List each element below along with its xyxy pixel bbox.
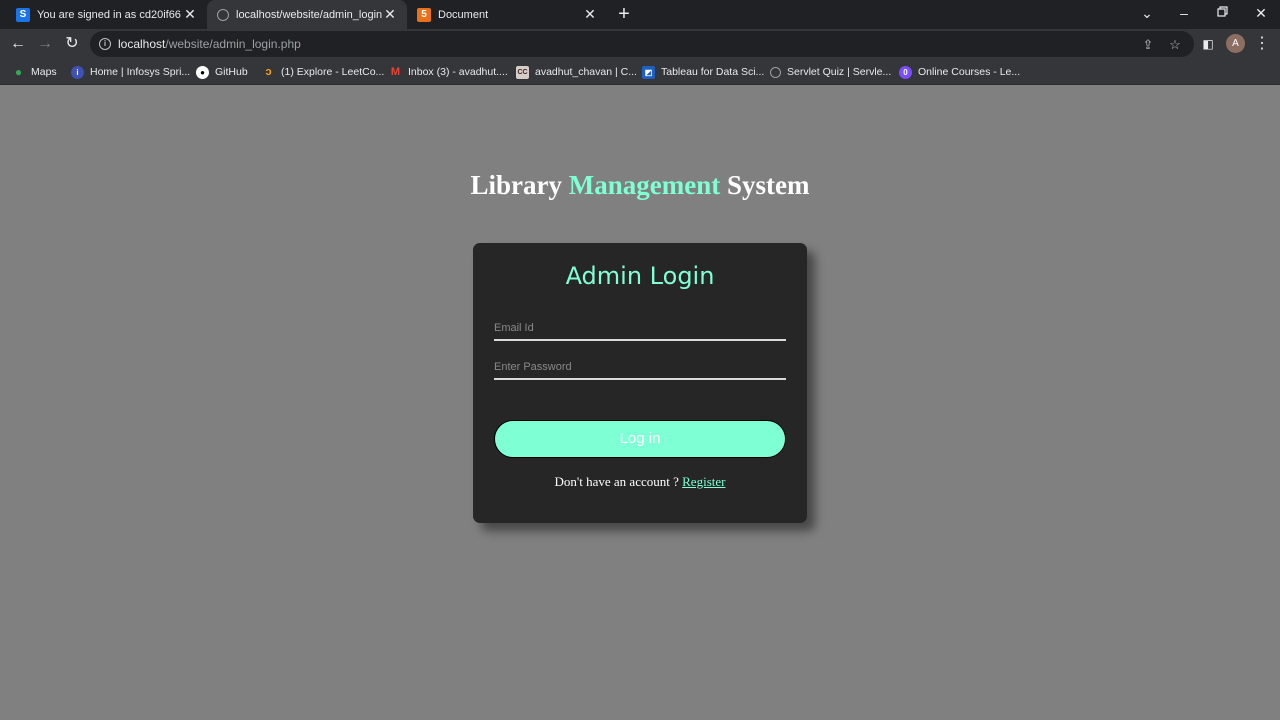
bookmark-label: Tableau for Data Sci... xyxy=(661,66,765,78)
register-link[interactable]: Register xyxy=(682,474,725,489)
minimize-icon[interactable]: – xyxy=(1174,4,1194,22)
bookmark-label: (1) Explore - LeetCo... xyxy=(281,66,385,78)
forward-arrow-icon[interactable]: → xyxy=(35,34,55,54)
tab-title: localhost/website/admin_login.php xyxy=(236,8,382,21)
bookmark-label: Online Courses - Le... xyxy=(918,66,1021,78)
title-part-management: Management xyxy=(568,170,721,200)
codechef-icon: CC xyxy=(516,65,529,79)
card-title: Admin Login xyxy=(565,262,715,290)
bookmark-label: avadhut_chavan | C... xyxy=(535,66,637,78)
address-bar[interactable]: i localhost/website/admin_login.php ⇪ ☆ xyxy=(90,31,1194,57)
bookmark-infosys[interactable]: i Home | Infosys Spri... xyxy=(71,64,190,80)
back-arrow-icon[interactable]: ← xyxy=(8,34,28,54)
close-icon[interactable]: ✕ xyxy=(583,7,597,21)
bookmark-label: GitHub xyxy=(215,66,248,78)
url-text[interactable]: localhost/website/admin_login.php xyxy=(118,37,301,51)
bookmark-label: Home | Infosys Spri... xyxy=(90,66,191,78)
github-icon: ● xyxy=(196,65,209,79)
tab-title: You are signed in as cd20if66 xyxy=(37,8,181,21)
login-card: Admin Login Log in Don't have an account… xyxy=(473,243,807,523)
tableau-icon: ◩ xyxy=(642,65,655,79)
bookmarks-bar: ● Maps i Home | Infosys Spri... ● GitHub ↄ (… xyxy=(0,59,1280,85)
url-path: /website/admin_login.php xyxy=(165,37,301,51)
site-info-icon[interactable]: i xyxy=(99,38,111,50)
register-line: Don't have an account ? Register xyxy=(473,474,807,490)
title-part-library: Library xyxy=(470,170,569,200)
window-close-icon[interactable]: ✕ xyxy=(1251,4,1271,22)
gmail-icon: M xyxy=(390,66,401,78)
url-host: localhost xyxy=(118,37,166,51)
tab-search-icon[interactable]: ⌄ xyxy=(1137,4,1157,22)
browser-toolbar: ← → ↻ i localhost/website/admin_login.ph… xyxy=(0,29,1280,59)
page-viewport: Library Management System Admin Login Lo… xyxy=(0,86,1280,720)
bookmark-star-icon[interactable]: ☆ xyxy=(1167,37,1183,53)
bookmark-tableau[interactable]: ◩ Tableau for Data Sci... xyxy=(642,64,764,80)
bookmark-label: Inbox (3) - avadhut.... xyxy=(408,66,508,78)
close-icon[interactable]: ✕ xyxy=(383,7,397,21)
title-part-system: System xyxy=(720,170,810,200)
bookmark-github[interactable]: ● GitHub xyxy=(196,64,248,80)
tab-strip: S You are signed in as cd20if66 ✕ localh… xyxy=(0,0,1280,29)
email-field[interactable] xyxy=(494,317,786,341)
bookmark-maps[interactable]: ● Maps xyxy=(12,64,57,80)
bookmark-label: Servlet Quiz | Servle... xyxy=(787,66,892,78)
leetcode-icon: ↄ xyxy=(265,66,272,78)
bookmark-gmail[interactable]: M Inbox (3) - avadhut.... xyxy=(389,64,508,80)
new-tab-button[interactable]: + xyxy=(614,4,634,24)
tab-title: Document xyxy=(438,8,489,21)
login-button[interactable]: Log in xyxy=(494,420,786,458)
close-icon[interactable]: ✕ xyxy=(183,7,197,21)
bookmark-online-courses[interactable]: 0 Online Courses - Le... xyxy=(899,64,1020,80)
reload-icon[interactable]: ↻ xyxy=(62,34,82,54)
tab-document[interactable]: 5 Document ✕ xyxy=(407,0,607,29)
side-panel-icon[interactable]: ◧ xyxy=(1198,34,1218,54)
share-icon[interactable]: ⇪ xyxy=(1140,37,1156,53)
bookmark-leetcode[interactable]: ↄ (1) Explore - LeetCo... xyxy=(262,64,384,80)
bookmark-servlet-quiz[interactable]: Servlet Quiz | Servle... xyxy=(770,64,891,80)
tab-admin-login[interactable]: localhost/website/admin_login.php ✕ xyxy=(207,0,407,29)
menu-kebab-icon[interactable]: ⋮ xyxy=(1252,34,1272,54)
globe-icon xyxy=(770,66,781,78)
password-field[interactable] xyxy=(494,356,786,380)
infosys-icon: i xyxy=(71,65,84,79)
avatar[interactable]: A xyxy=(1226,34,1245,53)
page-title: Library Management System xyxy=(0,170,1280,201)
bookmark-codechef[interactable]: CC avadhut_chavan | C... xyxy=(516,64,637,80)
html5-icon: 5 xyxy=(417,7,431,22)
courses-icon: 0 xyxy=(899,65,912,79)
maximize-icon[interactable] xyxy=(1212,4,1232,22)
register-prompt: Don't have an account ? xyxy=(554,474,683,489)
tab-signed-in[interactable]: S You are signed in as cd20if66 ✕ xyxy=(0,0,207,29)
globe-icon xyxy=(217,8,229,21)
bookmark-label: Maps xyxy=(31,66,57,78)
s-favicon-icon: S xyxy=(16,7,30,22)
maps-icon: ● xyxy=(14,65,23,79)
